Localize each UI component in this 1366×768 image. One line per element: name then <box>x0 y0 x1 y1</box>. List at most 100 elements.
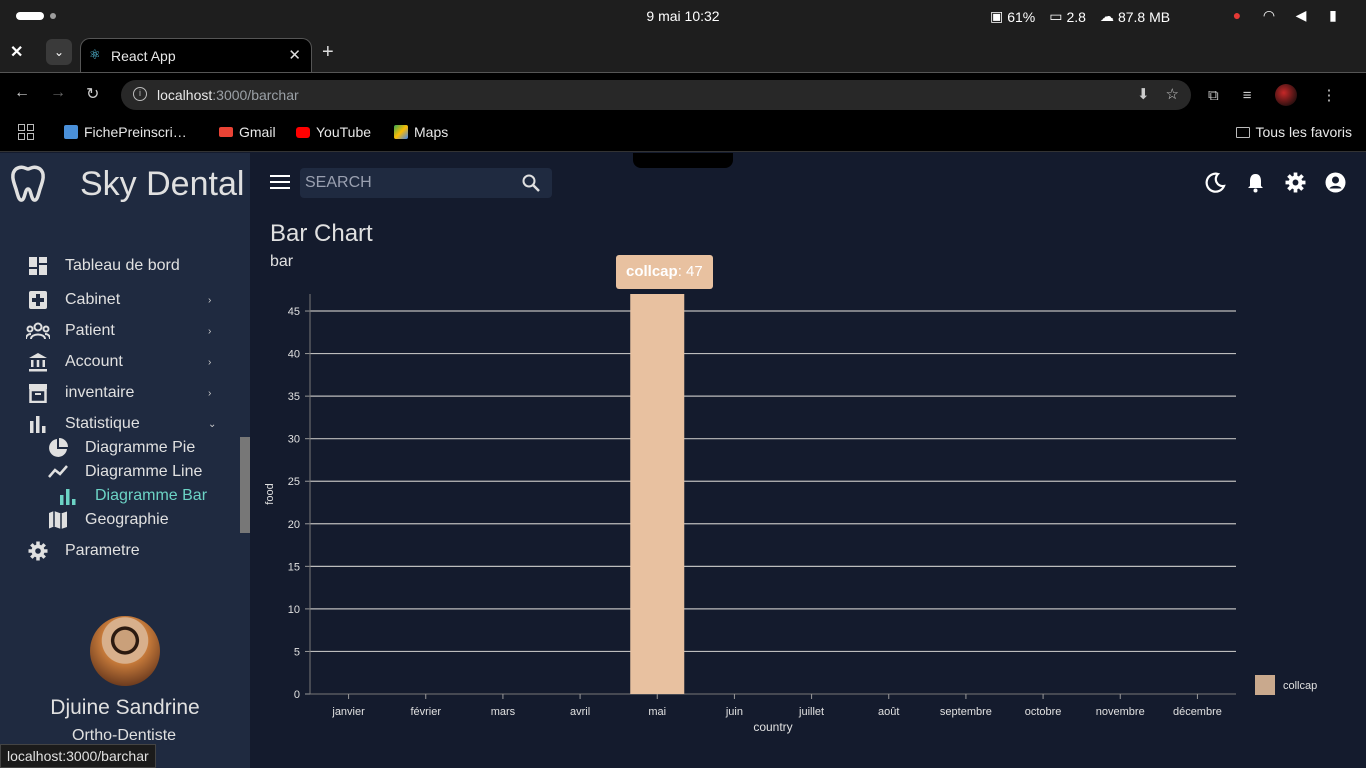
forward-icon[interactable]: → <box>50 84 66 102</box>
y-tick-label: 35 <box>288 391 300 403</box>
sidebar-item-label: Diagramme Pie <box>85 439 196 456</box>
x-tick-label: février <box>410 706 441 718</box>
cube-icon <box>64 125 78 139</box>
bar <box>630 294 685 694</box>
notifications-icon[interactable] <box>1245 172 1266 193</box>
tab-react-app[interactable]: ⚛ React App ✕ <box>80 38 312 72</box>
account-icon[interactable] <box>1325 172 1346 193</box>
pie-chart-icon <box>49 438 68 457</box>
tooltip-series: collcap <box>626 263 678 280</box>
tab-search-button[interactable]: ⌄ <box>46 39 72 65</box>
new-tab-button[interactable]: + <box>322 41 334 64</box>
app-name: Sky Dental <box>80 165 245 203</box>
bookmark-fichepreinscri[interactable]: FichePreinscri… <box>64 124 187 140</box>
wifi-icon[interactable]: ◠ <box>1260 6 1278 24</box>
address-bar[interactable]: i localhost:3000/barchar ⬇ ☆ <box>121 80 1191 110</box>
y-tick-label: 40 <box>288 349 300 361</box>
search-icon[interactable] <box>521 173 541 193</box>
cloud-download-icon: ☁ <box>1099 8 1114 24</box>
group-icon <box>26 322 50 340</box>
app-indicator-icon[interactable]: ● <box>1228 6 1246 24</box>
x-tick-label: octobre <box>1025 706 1062 718</box>
hospital-icon <box>29 291 47 309</box>
sidebar-item-label: Geographie <box>85 511 169 528</box>
legend-swatch <box>1255 675 1275 695</box>
gmail-icon <box>219 127 233 137</box>
camera-notch <box>633 153 733 168</box>
extensions-icon[interactable]: ⧉ <box>1208 87 1219 104</box>
bookmark-maps[interactable]: Maps <box>394 124 448 140</box>
bookmark-gmail[interactable]: Gmail <box>219 124 276 140</box>
bookmark-youtube[interactable]: YouTube <box>296 124 371 140</box>
back-icon[interactable]: ← <box>14 84 30 102</box>
chevron-right-icon[interactable]: › <box>208 295 211 306</box>
x-tick-label: novembre <box>1096 706 1145 718</box>
sidebar-item-geographie[interactable]: Geographie <box>0 506 240 534</box>
y-tick-label: 15 <box>288 561 300 573</box>
close-tab-icon[interactable]: ✕ <box>288 46 301 64</box>
sidebar-item-parametre[interactable]: Parametre <box>0 537 240 565</box>
y-tick-label: 45 <box>288 306 300 318</box>
sidebar-item-cabinet[interactable]: Cabinet › <box>0 286 240 314</box>
youtube-icon <box>296 126 310 138</box>
bar-chart-icon <box>60 489 76 505</box>
x-tick-label: janvier <box>331 706 365 718</box>
folder-icon <box>1235 126 1250 138</box>
page-title: Bar Chart <box>270 220 373 247</box>
sidebar-item-label: Account <box>65 353 123 370</box>
reload-icon[interactable]: ↻ <box>86 84 99 104</box>
user-role: Ortho-Dentiste <box>72 727 177 744</box>
monitor-icon: ▭ <box>1049 8 1063 24</box>
browser-toolbar: ← → ↻ i localhost:3000/barchar ⬇ ☆ ⧉ ≡ ⋮ <box>0 72 1366 116</box>
media-control-icon[interactable]: ≡ <box>1243 87 1252 104</box>
sidebar-item-account[interactable]: Account › <box>0 348 240 376</box>
menu-kebab-icon[interactable]: ⋮ <box>1321 86 1336 104</box>
sidebar-item-inventaire[interactable]: inventaire › <box>0 379 240 407</box>
avatar <box>90 616 160 686</box>
y-tick-label: 5 <box>294 646 300 658</box>
chevron-right-icon[interactable]: › <box>208 388 211 399</box>
x-tick-label: mars <box>491 706 516 718</box>
volume-icon[interactable]: ◀ <box>1292 6 1310 24</box>
search-input[interactable] <box>305 173 515 193</box>
dashboard-icon <box>29 257 47 275</box>
chevron-down-icon[interactable]: ⌄ <box>208 419 216 430</box>
sidebar-item-label: Statistique <box>65 415 140 432</box>
settings-icon[interactable] <box>1285 172 1306 193</box>
y-tick-label: 10 <box>288 604 300 616</box>
menu-icon[interactable] <box>270 175 290 191</box>
x-tick-label: juin <box>725 706 743 718</box>
bookmark-star-icon[interactable]: ☆ <box>1166 85 1179 103</box>
apps-grid-icon[interactable] <box>18 124 34 140</box>
chevron-right-icon[interactable]: › <box>208 326 211 337</box>
sidebar-scrollbar[interactable] <box>240 437 250 533</box>
sidebar-item-label: Cabinet <box>65 291 121 308</box>
react-icon: ⚛ <box>89 47 101 62</box>
os-status-bar: 9 mai 10:32 ▣ 61% ▭ 2.8 ☁ 87.8 MB ● ◠ ◀ ▮ <box>0 0 1366 32</box>
tab-strip: ✕ ⌄ ⚛ React App ✕ + <box>0 32 1366 72</box>
y-tick-label: 0 <box>294 689 300 701</box>
all-bookmarks[interactable]: Tous les favoris <box>1235 124 1352 140</box>
system-tray: ● ◠ ◀ ▮ <box>1228 6 1342 24</box>
tab-title: React App <box>111 48 176 64</box>
profile-avatar[interactable] <box>1275 84 1298 106</box>
user-name: Djuine Sandrine <box>50 696 200 719</box>
bank-icon <box>29 353 47 372</box>
x-tick-label: avril <box>570 706 590 718</box>
close-window-icon[interactable]: ✕ <box>10 42 23 62</box>
map-icon <box>49 511 67 529</box>
bar-chart-icon <box>30 416 46 433</box>
tooth-logo-icon <box>11 165 45 202</box>
battery-icon[interactable]: ▮ <box>1324 6 1342 24</box>
sidebar-item-patient[interactable]: Patient › <box>0 317 240 345</box>
dark-mode-icon[interactable] <box>1205 172 1226 193</box>
archive-icon <box>29 384 47 403</box>
install-app-icon[interactable]: ⬇ <box>1137 85 1150 103</box>
site-info-icon[interactable]: i <box>133 87 147 101</box>
chevron-right-icon[interactable]: › <box>208 357 211 368</box>
load-stat: ▭ 2.8 <box>1049 8 1086 25</box>
url-text[interactable]: localhost:3000/barchar <box>157 87 299 103</box>
sidebar-item-label: inventaire <box>65 384 135 401</box>
sidebar-item-tableau-de-bord[interactable]: Tableau de bord <box>0 252 240 280</box>
line-chart-icon <box>48 465 68 478</box>
